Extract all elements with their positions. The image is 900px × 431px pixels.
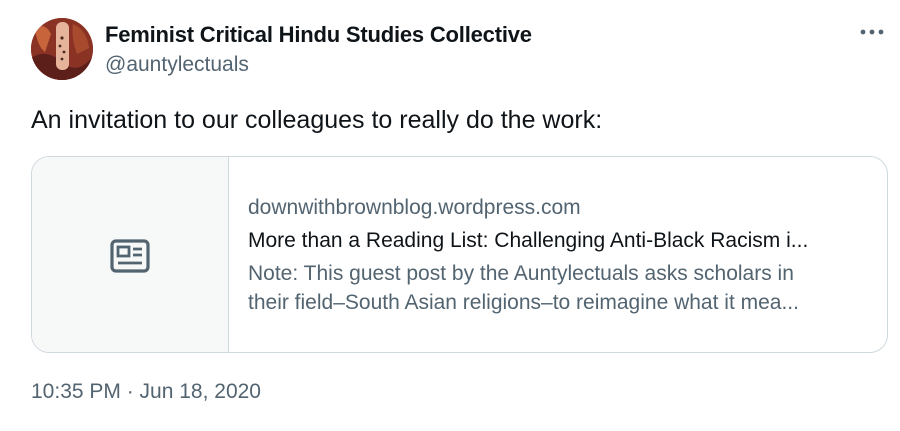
avatar-image — [31, 18, 93, 80]
link-card[interactable]: downwithbrownblog.wordpress.com More tha… — [31, 156, 888, 353]
author-handle[interactable]: @auntylectuals — [105, 53, 249, 77]
author-name[interactable]: Feminist Critical Hindu Studies Collecti… — [105, 22, 532, 48]
tweet: Feminist Critical Hindu Studies Collecti… — [0, 0, 900, 431]
timestamp[interactable]: 10:35 PM · Jun 18, 2020 — [31, 380, 261, 404]
link-card-body: downwithbrownblog.wordpress.com More tha… — [248, 195, 867, 317]
link-card-description-line: Note: This guest post by the Auntylectua… — [248, 262, 794, 285]
more-horizontal-icon — [860, 29, 884, 35]
link-card-description: Note: This guest post by the Auntylectua… — [248, 259, 867, 317]
avatar[interactable] — [31, 18, 93, 80]
tweet-text: An invitation to our colleagues to reall… — [31, 106, 603, 134]
more-options-button[interactable] — [858, 22, 886, 42]
link-card-domain: downwithbrownblog.wordpress.com — [248, 196, 581, 219]
link-card-description-line: their field–South Asian religions–to rei… — [248, 291, 799, 314]
link-card-title: More than a Reading List: Challenging An… — [248, 229, 809, 252]
article-icon — [110, 239, 150, 273]
link-card-thumbnail — [32, 157, 229, 352]
